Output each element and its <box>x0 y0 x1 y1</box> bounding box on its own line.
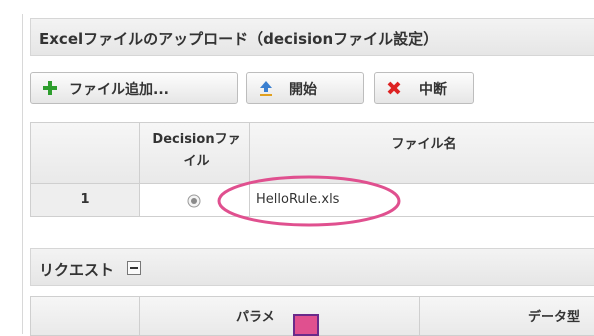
frame-border <box>22 14 23 334</box>
table-row-number: 1 <box>30 183 140 217</box>
upload-panel: Excelファイルのアップロード（decisionファイル設定） ファイル追加.… <box>0 0 594 336</box>
start-upload-button[interactable]: 開始 <box>246 72 364 104</box>
cursor-marker <box>293 314 319 336</box>
plus-icon <box>43 81 57 95</box>
decision-radio[interactable] <box>187 194 201 208</box>
upload-section-title: Excelファイルのアップロード（decisionファイル設定） <box>39 30 439 48</box>
upload-section-header: Excelファイルのアップロード（decisionファイル設定） <box>30 18 594 56</box>
table-header-index <box>30 122 140 184</box>
collapse-toggle-button[interactable] <box>127 261 141 275</box>
request-section-title: リクエスト <box>39 261 115 279</box>
add-file-button[interactable]: ファイル追加... <box>30 72 238 104</box>
close-icon <box>387 81 401 95</box>
filename-column-label: ファイル名 <box>391 137 457 152</box>
request-header-param: パラメ <box>139 296 420 336</box>
param-column-label: パラメ <box>236 310 275 325</box>
start-upload-label: 開始 <box>289 82 317 98</box>
row-number-text: 1 <box>80 192 90 207</box>
stop-upload-button[interactable]: 中断 <box>374 72 474 104</box>
datatype-column-label: データ型 <box>528 310 581 325</box>
upload-icon <box>260 81 272 96</box>
request-header-datatype: データ型 <box>419 296 594 336</box>
request-header-index <box>30 296 140 336</box>
highlight-ellipse <box>217 175 401 227</box>
add-file-label: ファイル追加... <box>69 82 169 98</box>
decision-column-label: Decisionファイル <box>152 132 241 169</box>
stop-upload-label: 中断 <box>419 82 447 98</box>
request-section-header: リクエスト <box>30 248 594 286</box>
